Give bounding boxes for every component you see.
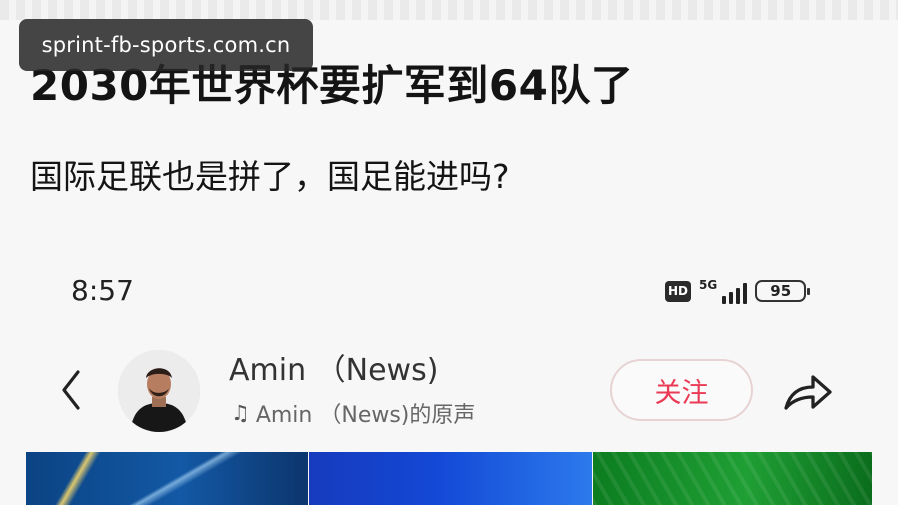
share-arrow-icon <box>784 375 832 410</box>
share-button[interactable] <box>780 366 836 416</box>
avatar[interactable] <box>118 350 200 432</box>
network-type-label: 5G <box>699 278 718 292</box>
top-cropped-strip <box>0 0 898 20</box>
media-thumbnail-1[interactable] <box>26 452 308 505</box>
author-name[interactable]: Amin （News) <box>229 345 438 389</box>
subheadline: 国际足联也是拼了，国足能进吗? <box>30 157 510 196</box>
status-bar-right: HD 5G 95 <box>665 276 811 306</box>
original-sound-text: Amin （News)的原声 <box>255 403 476 428</box>
media-thumbnail-3[interactable] <box>593 452 872 505</box>
original-sound-link[interactable]: ♫ Amin （News)的原声 <box>231 397 475 429</box>
battery-icon: 95 <box>755 280 811 302</box>
status-time: 8:57 <box>71 274 134 307</box>
back-button[interactable] <box>54 363 88 417</box>
back-chevron-icon <box>62 370 80 410</box>
follow-button-label: 关注 <box>654 377 709 409</box>
follow-button[interactable]: 关注 <box>610 359 753 421</box>
hd-icon: HD <box>665 280 691 302</box>
signal-icon: 5G <box>699 278 748 304</box>
media-thumbnail-2[interactable] <box>309 452 592 505</box>
music-note-icon: ♫ <box>231 401 250 425</box>
battery-level-text: 95 <box>770 282 792 300</box>
site-watermark: sprint-fb-sports.com.cn <box>19 19 313 71</box>
